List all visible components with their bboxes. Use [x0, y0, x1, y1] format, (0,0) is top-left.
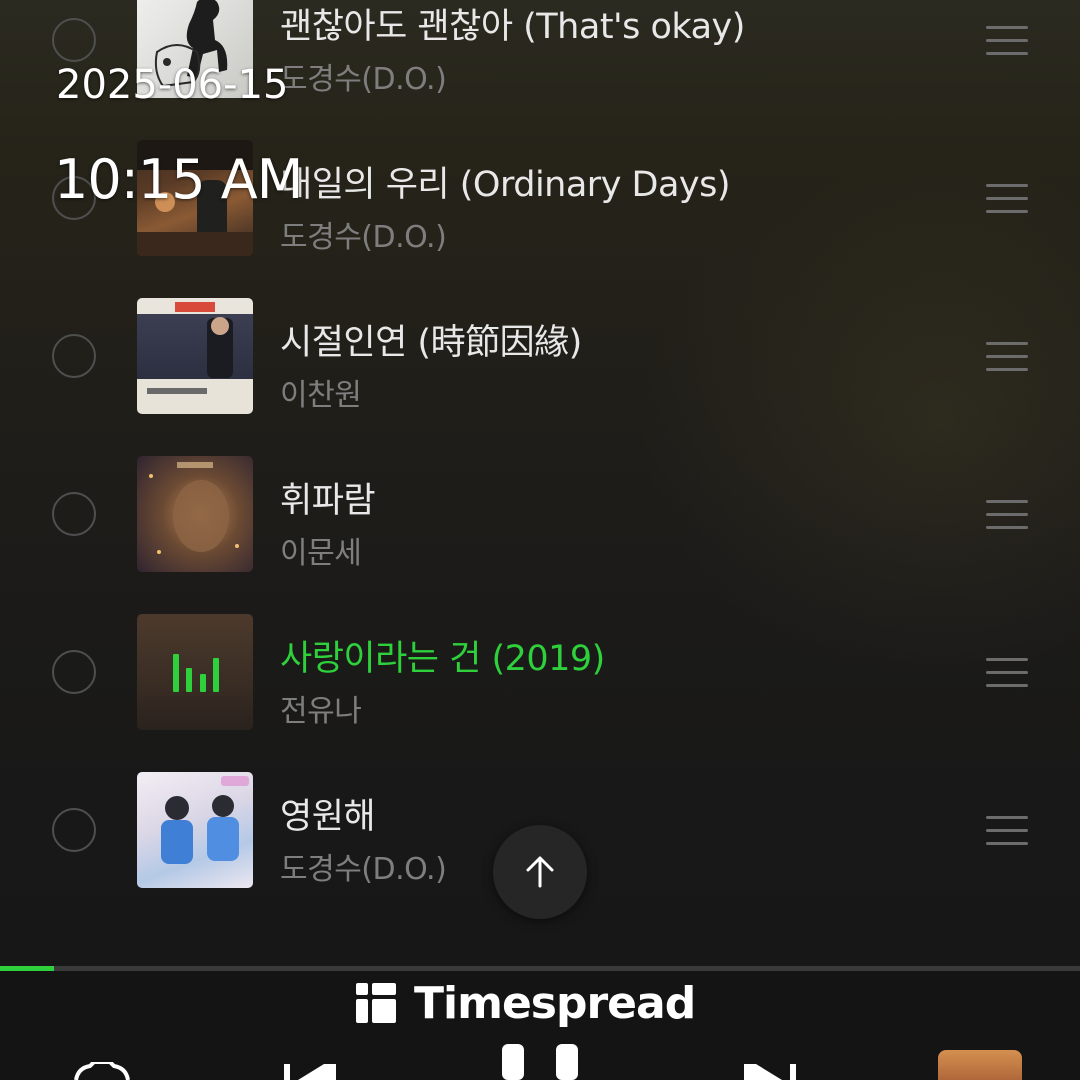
select-circle-icon[interactable]: [52, 492, 96, 536]
song-artist: 이문세: [280, 536, 362, 571]
song-title: 괜찮아도 괜찮아 (That's okay): [280, 7, 745, 47]
drag-handle-icon[interactable]: [986, 184, 1028, 214]
album-illustration: [147, 302, 233, 394]
song-title: 내일의 우리 (Ordinary Days): [280, 165, 731, 205]
album-art[interactable]: [137, 456, 253, 572]
playlist[interactable]: 괜찮아도 괜찮아 (That's okay) 도경수(D.O.) 내일의 우리 …: [0, 0, 1080, 930]
song-title: 사랑이라는 건 (2019): [280, 639, 605, 679]
overlay-time: 10:15 AM: [54, 148, 303, 211]
drag-handle-icon[interactable]: [986, 816, 1028, 846]
song-row[interactable]: 휘파람 이문세: [0, 436, 1080, 594]
album-illustration: [161, 776, 249, 864]
gear-icon[interactable]: [72, 1062, 132, 1080]
select-circle-icon[interactable]: [52, 808, 96, 852]
pause-icon[interactable]: [498, 1040, 582, 1080]
overlay-date: 2025-06-15: [56, 62, 289, 108]
song-artist: 도경수(D.O.): [280, 220, 447, 255]
watermark: Timespread: [354, 977, 696, 1029]
timespread-logo-icon: [354, 981, 398, 1025]
album-art[interactable]: [137, 772, 253, 888]
song-artist: 도경수(D.O.): [280, 852, 447, 887]
song-artist: 이찬원: [280, 378, 362, 413]
drag-handle-icon[interactable]: [986, 658, 1028, 688]
now-playing-thumbnail[interactable]: [938, 1050, 1022, 1080]
song-title: 영원해: [280, 797, 376, 837]
select-circle-icon[interactable]: [52, 650, 96, 694]
drag-handle-icon[interactable]: [986, 342, 1028, 372]
song-artist: 전유나: [280, 694, 362, 729]
equalizer-icon: [173, 654, 219, 692]
select-circle-icon[interactable]: [52, 334, 96, 378]
watermark-text: Timespread: [414, 977, 696, 1029]
album-art[interactable]: [137, 298, 253, 414]
arrow-up-icon: [526, 856, 554, 888]
progress-bar[interactable]: [0, 966, 1080, 971]
song-row[interactable]: 시절인연 (時節因緣) 이찬원: [0, 278, 1080, 436]
drag-handle-icon[interactable]: [986, 500, 1028, 530]
progress-fill: [0, 966, 54, 971]
next-track-icon[interactable]: [740, 1062, 796, 1080]
previous-track-icon[interactable]: [284, 1062, 340, 1080]
music-player-screen: 괜찮아도 괜찮아 (That's okay) 도경수(D.O.) 내일의 우리 …: [0, 0, 1080, 1080]
song-artist: 도경수(D.O.): [280, 62, 447, 97]
album-art[interactable]: [137, 614, 253, 730]
song-title: 시절인연 (時節因緣): [280, 323, 582, 363]
select-circle-icon[interactable]: [52, 18, 96, 62]
album-illustration: [149, 462, 239, 554]
song-title: 휘파람: [280, 481, 376, 521]
scroll-to-top-button[interactable]: [493, 825, 587, 919]
drag-handle-icon[interactable]: [986, 26, 1028, 56]
song-row-now-playing[interactable]: 사랑이라는 건 (2019) 전유나: [0, 594, 1080, 752]
